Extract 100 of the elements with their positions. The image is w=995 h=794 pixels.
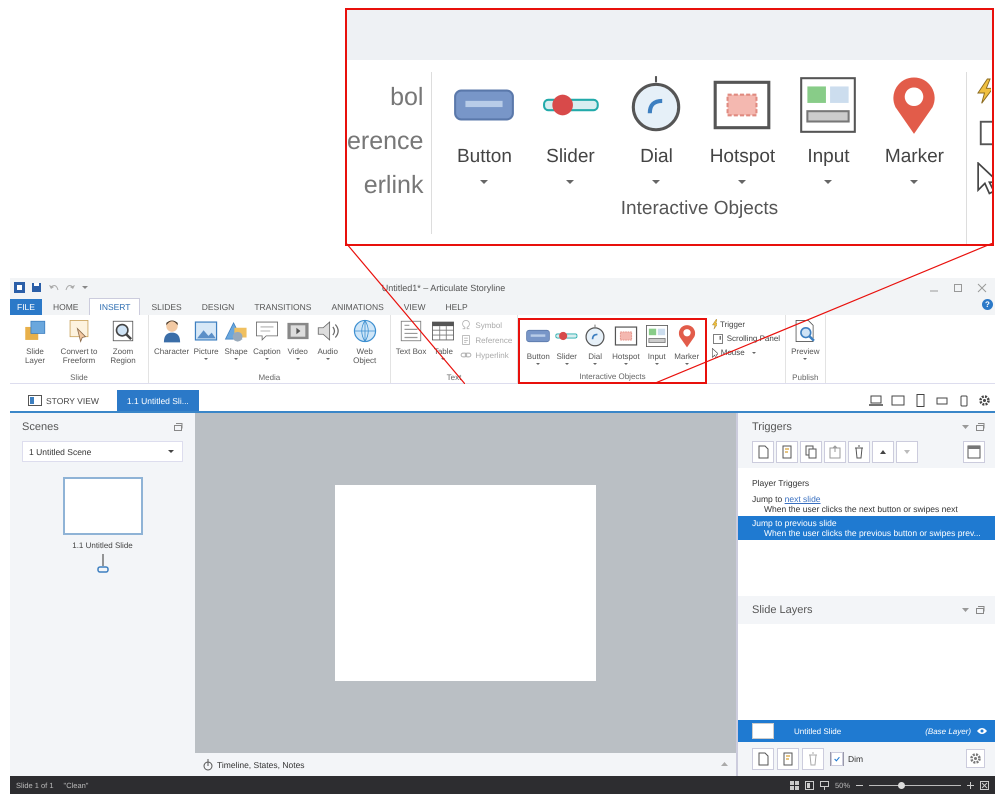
- ribbon-button[interactable]: Zoom Region: [101, 317, 145, 366]
- ribbon-button[interactable]: Input: [642, 322, 672, 366]
- document-tab[interactable]: STORY VIEW: [18, 390, 109, 411]
- ribbon-tab[interactable]: HELP: [436, 299, 477, 315]
- trash-icon[interactable]: [848, 441, 870, 463]
- panel-title: Triggers: [752, 421, 792, 433]
- trigger-action: Jump to next slide: [752, 494, 822, 504]
- ribbon-button[interactable]: Slider: [553, 322, 580, 366]
- caret-icon: [684, 363, 689, 365]
- ribbon-button[interactable]: Shape: [221, 317, 252, 361]
- slide-label: 1.1 Untitled Slide: [71, 541, 134, 550]
- caret-icon: [752, 352, 756, 354]
- document-tab[interactable]: 1.1 Untitled Sli...: [116, 390, 199, 411]
- ribbon-tab[interactable]: INSERT: [89, 298, 140, 315]
- checkbox[interactable]: [830, 752, 844, 766]
- ribbon-button[interactable]: Text Box: [394, 317, 428, 357]
- ribbon-label: erlink: [364, 172, 424, 198]
- fit-icon[interactable]: [980, 780, 989, 790]
- edit-icon[interactable]: [776, 441, 798, 463]
- caret-icon: [264, 358, 269, 360]
- arrow-up-icon[interactable]: [872, 441, 894, 463]
- panel-title: Scenes: [22, 421, 59, 433]
- layer-row[interactable]: Untitled Slide (Base Layer): [738, 720, 995, 742]
- pin-icon[interactable]: [975, 422, 985, 432]
- close-icon[interactable]: [977, 282, 987, 292]
- pin-icon[interactable]: [173, 422, 183, 432]
- copy-icon[interactable]: [800, 441, 822, 463]
- trigger-link[interactable]: next slide: [784, 494, 821, 504]
- pin-icon[interactable]: [975, 605, 985, 615]
- caret-icon: [803, 358, 808, 360]
- ribbon-button[interactable]: Trigger: [712, 319, 780, 330]
- ribbon-button[interactable]: Button: [523, 322, 554, 366]
- ribbon-button[interactable]: Dial: [614, 72, 698, 184]
- layer-name: Untitled Slide: [794, 726, 842, 736]
- zoom-in-icon[interactable]: [967, 782, 974, 788]
- ribbon-button[interactable]: Button: [442, 72, 526, 184]
- section-heading: Player Triggers: [751, 477, 810, 490]
- caret-icon: [296, 358, 300, 360]
- trigger-link[interactable]: previous slide: [784, 518, 837, 528]
- maximize-icon[interactable]: [953, 282, 963, 292]
- new-page-icon[interactable]: [752, 441, 774, 463]
- trigger-condition: When the user clicks the next button or swipes next: [763, 504, 959, 514]
- grid-view-icon[interactable]: [790, 780, 799, 790]
- collapse-icon[interactable]: [962, 608, 969, 612]
- dim-checkbox[interactable]: Dim: [830, 752, 864, 766]
- monitor-icon[interactable]: [890, 394, 906, 407]
- ribbon-button[interactable]: Web Object: [342, 317, 387, 366]
- ribbon-button[interactable]: Marker: [872, 72, 956, 184]
- eye-icon[interactable]: [977, 727, 987, 735]
- omega-icon: [460, 319, 472, 331]
- laptop-icon[interactable]: [868, 394, 884, 407]
- slide-thumbnail[interactable]: [62, 477, 142, 535]
- save-icon[interactable]: [31, 282, 42, 293]
- app-logo-icon[interactable]: [14, 282, 25, 293]
- ribbon-button[interactable]: Character: [152, 317, 192, 357]
- lightning-icon: [712, 319, 717, 330]
- slider-thumb[interactable]: [898, 782, 906, 788]
- document-icon: [460, 334, 472, 346]
- ribbon-label: erence: [347, 128, 424, 154]
- scene-dropdown[interactable]: 1 Untitled Scene: [22, 441, 183, 462]
- caret-icon: [480, 180, 488, 184]
- caret-icon: [624, 363, 628, 365]
- dropdown-icon: [168, 450, 174, 454]
- ribbon-button[interactable]: Input: [786, 72, 870, 184]
- ribbon-button[interactable]: Caption: [251, 317, 283, 361]
- new-page-icon[interactable]: [752, 748, 774, 770]
- duplicate-icon[interactable]: [777, 748, 799, 770]
- ribbon-button[interactable]: Preview: [789, 317, 822, 361]
- normal-view-icon[interactable]: [804, 780, 814, 790]
- caret-icon: [654, 363, 659, 365]
- ribbon-tab[interactable]: FILE: [10, 299, 42, 315]
- group-label: Slide: [70, 373, 88, 382]
- ribbon-button[interactable]: Marker: [672, 322, 702, 366]
- ribbon-button[interactable]: Hotspot: [700, 72, 784, 184]
- globe-icon: [352, 318, 378, 344]
- ribbon-button[interactable]: Picture: [191, 317, 222, 361]
- ribbon-tab[interactable]: ANIMATIONS: [322, 299, 393, 315]
- ribbon-button[interactable]: Video: [282, 317, 313, 361]
- ribbon-button[interactable]: Dial: [580, 322, 610, 366]
- settings-icon[interactable]: [978, 394, 991, 407]
- ribbon-tab[interactable]: VIEW: [394, 299, 434, 315]
- ribbon-button[interactable]: Slide Layer: [13, 317, 57, 366]
- ribbon-button[interactable]: Hotspot: [610, 322, 642, 366]
- check-icon: [831, 752, 843, 766]
- trigger-item[interactable]: Jump to next slide When the user clicks the next button or swipes next: [738, 492, 995, 516]
- collapse-icon[interactable]: [962, 424, 969, 430]
- help-button[interactable]: ?: [982, 299, 993, 310]
- trigger-item[interactable]: Jump to previous slide When the user clicks the previous button or swipes prev...: [738, 516, 995, 540]
- trigger-panel-icon[interactable]: [963, 441, 985, 463]
- panel-toggle-label[interactable]: Timeline, States, Notes: [217, 760, 305, 770]
- panel-title: Slide Layers: [752, 604, 813, 616]
- ribbon-tab[interactable]: DESIGN: [192, 299, 244, 315]
- ribbon-button[interactable]: Slider: [528, 72, 612, 184]
- presenter-icon[interactable]: [820, 780, 829, 790]
- ribbon-button[interactable]: Audio: [312, 317, 343, 361]
- ribbon-tab[interactable]: TRANSITIONS: [245, 299, 320, 315]
- ribbon-tab[interactable]: HOME: [44, 299, 88, 315]
- ribbon-button[interactable]: Convert to Freeform: [57, 317, 101, 366]
- dropdown-icon[interactable]: [82, 286, 88, 290]
- ribbon-tab[interactable]: SLIDES: [142, 299, 191, 315]
